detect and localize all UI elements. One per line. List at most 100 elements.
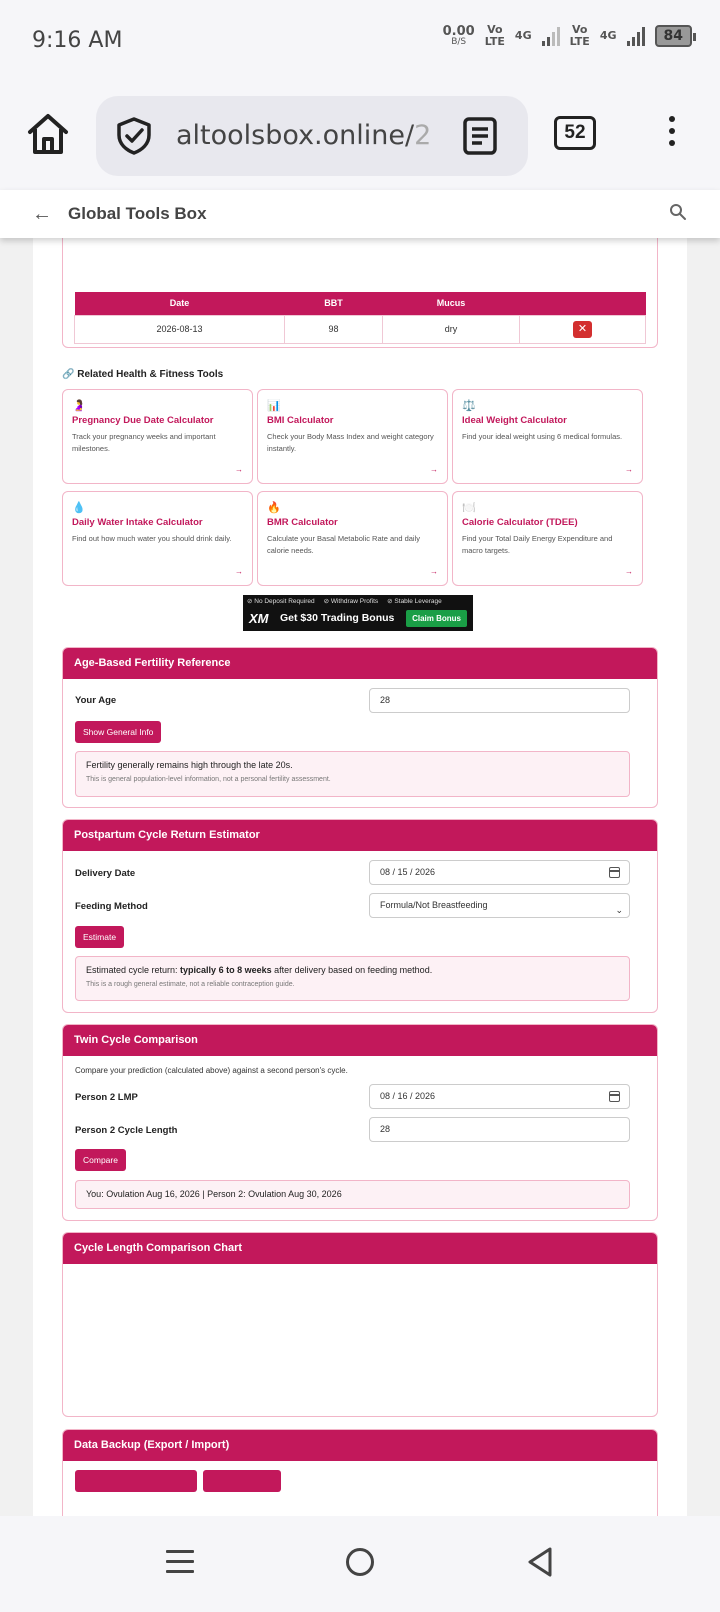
- home-circle-icon[interactable]: [346, 1548, 374, 1576]
- twin-intro: Compare your prediction (calculated abov…: [75, 1066, 348, 1075]
- water-drop-icon: 💧: [72, 502, 86, 514]
- pregnant-icon: 🤰: [72, 400, 86, 412]
- home-icon[interactable]: [24, 110, 72, 158]
- delivery-date-input[interactable]: 08 / 15 / 2026: [369, 860, 630, 885]
- arrow-right-icon: →: [430, 567, 438, 576]
- tool-card-bmi[interactable]: 📊 BMI Calculator Check your Body Mass In…: [257, 389, 448, 484]
- tool-card-water[interactable]: 💧 Daily Water Intake Calculator Find out…: [62, 491, 253, 586]
- person2-cycle-length-input[interactable]: 28: [369, 1117, 630, 1142]
- page-content: Date BBT Mucus 2026-08-13 98 dry ✕ 🔗 Rel…: [33, 238, 687, 1516]
- tool-desc: Find your ideal weight using 6 medical f…: [462, 432, 623, 441]
- reader-mode-icon[interactable]: [462, 116, 498, 156]
- action-cell: ✕: [519, 314, 646, 344]
- related-tools-title: 🔗 Related Health & Fitness Tools: [62, 369, 224, 380]
- network-speed: 0.00 B/S: [442, 23, 475, 47]
- cycle-chart-card: Cycle Length Comparison Chart: [62, 1232, 658, 1417]
- estimate-button[interactable]: Estimate: [75, 926, 125, 948]
- tool-desc: Calculate your Basal Metabolic Rate and …: [267, 534, 420, 555]
- feeding-method-select[interactable]: Formula/Not Breastfeeding ⌄: [369, 893, 630, 918]
- network-gen-1: 4G: [514, 28, 532, 42]
- tool-desc: Check your Body Mass Index and weight ca…: [267, 432, 434, 453]
- clock: 9:16 AM: [32, 28, 123, 53]
- bbt-cell: 98: [284, 314, 383, 344]
- arrow-right-icon: →: [625, 465, 633, 474]
- tool-card-pregnancy[interactable]: 🤰 Pregnancy Due Date Calculator Track yo…: [62, 389, 253, 484]
- age-fertility-card: Age-Based Fertility Reference Your Age 2…: [62, 647, 658, 808]
- chart-canvas: [63, 1264, 657, 1416]
- site-title[interactable]: Global Tools Box: [68, 204, 207, 224]
- calendar-icon[interactable]: [609, 1091, 620, 1102]
- tool-name[interactable]: BMR Calculator: [267, 517, 438, 528]
- delete-button[interactable]: ✕: [573, 320, 592, 338]
- feeding-method-label: Feeding Method: [75, 901, 148, 912]
- twin-cycle-card: Twin Cycle Comparison Compare your predi…: [62, 1024, 658, 1221]
- mucus-cell: dry: [382, 314, 520, 344]
- search-icon[interactable]: [668, 202, 688, 222]
- data-backup-card: Data Backup (Export / Import): [62, 1429, 658, 1516]
- arrow-right-icon: →: [235, 567, 243, 576]
- ad-logo: XM: [249, 611, 269, 626]
- card-title: Cycle Length Comparison Chart: [63, 1233, 657, 1264]
- age-result: Fertility generally remains high through…: [75, 751, 630, 797]
- person2-lmp-input[interactable]: 08 / 16 / 2026: [369, 1084, 630, 1109]
- arrow-right-icon: →: [430, 465, 438, 474]
- network-gen-2: 4G: [599, 28, 617, 42]
- ad-banner[interactable]: ⊘ No Deposit Required ⊘ Withdraw Profits…: [243, 595, 473, 631]
- more-vert-icon[interactable]: [660, 112, 684, 156]
- status-icons: 0.00 B/S Vo LTE 4G Vo LTE 4G 84: [442, 23, 697, 48]
- tool-desc: Find out how much water you should drink…: [72, 534, 232, 543]
- url-text: altoolsbox.online/2: [176, 120, 432, 151]
- postpartum-result: Estimated cycle return: typically 6 to 8…: [75, 956, 630, 1001]
- tool-name[interactable]: BMI Calculator: [267, 415, 438, 426]
- browser-toolbar: altoolsbox.online/2 52: [0, 82, 720, 190]
- back-arrow-icon[interactable]: ←: [32, 203, 52, 226]
- person2-cycle-length-label: Person 2 Cycle Length: [75, 1125, 178, 1136]
- chevron-down-icon: ⌄: [615, 905, 623, 915]
- table-header: [519, 292, 646, 315]
- shield-check-icon[interactable]: [114, 116, 154, 156]
- delivery-date-label: Delivery Date: [75, 868, 136, 879]
- tab-count-button[interactable]: 52: [554, 116, 596, 150]
- ad-badges: ⊘ No Deposit Required ⊘ Withdraw Profits…: [247, 598, 442, 605]
- export-button[interactable]: [75, 1470, 197, 1492]
- twin-result: You: Ovulation Aug 16, 2026 | Person 2: …: [75, 1180, 630, 1209]
- show-general-info-button[interactable]: Show General Info: [75, 721, 162, 743]
- card-title: Twin Cycle Comparison: [63, 1025, 657, 1056]
- calendar-icon[interactable]: [609, 867, 620, 878]
- system-nav-bar: [0, 1516, 720, 1612]
- tool-card-calorie[interactable]: 🍽️ Calorie Calculator (TDEE) Find your T…: [452, 491, 643, 586]
- tool-card-ideal-weight[interactable]: ⚖️ Ideal Weight Calculator Find your ide…: [452, 389, 643, 484]
- plate-icon: 🍽️: [462, 502, 476, 514]
- tool-name[interactable]: Daily Water Intake Calculator: [72, 517, 243, 528]
- claim-bonus-button[interactable]: Claim Bonus: [406, 610, 467, 627]
- signal-icon: [541, 26, 560, 46]
- postpartum-card: Postpartum Cycle Return Estimator Delive…: [62, 819, 658, 1013]
- scales-icon: ⚖️: [462, 400, 476, 412]
- person2-lmp-label: Person 2 LMP: [75, 1092, 138, 1103]
- url-bar[interactable]: altoolsbox.online/2: [96, 96, 528, 176]
- tool-card-bmr[interactable]: 🔥 BMR Calculator Calculate your Basal Me…: [257, 491, 448, 586]
- tool-desc: Find your Total Daily Energy Expenditure…: [462, 534, 613, 555]
- date-cell: 2026-08-13: [74, 314, 285, 344]
- table-header: Mucus: [382, 292, 520, 315]
- table-header: Date: [74, 292, 285, 315]
- back-triangle-icon[interactable]: [526, 1546, 554, 1578]
- bar-chart-icon: 📊: [267, 400, 281, 412]
- card-title: Age-Based Fertility Reference: [63, 648, 657, 679]
- tool-name[interactable]: Ideal Weight Calculator: [462, 415, 633, 426]
- recent-apps-icon[interactable]: [166, 1550, 194, 1574]
- table-row: 2026-08-13 98 dry ✕: [74, 314, 646, 344]
- status-bar: 9:16 AM 0.00 B/S Vo LTE 4G Vo LTE 4G 84: [0, 0, 720, 82]
- age-input[interactable]: 28: [369, 688, 630, 713]
- tool-name[interactable]: Calorie Calculator (TDEE): [462, 517, 633, 528]
- volte-indicator-1: Vo LTE: [484, 23, 505, 48]
- fire-icon: 🔥: [267, 502, 281, 514]
- tool-name[interactable]: Pregnancy Due Date Calculator: [72, 415, 243, 426]
- arrow-right-icon: →: [625, 567, 633, 576]
- compare-button[interactable]: Compare: [75, 1149, 126, 1171]
- import-button[interactable]: [203, 1470, 281, 1492]
- age-label: Your Age: [75, 695, 117, 706]
- site-header: ← Global Tools Box: [0, 190, 720, 238]
- card-title: Postpartum Cycle Return Estimator: [63, 820, 657, 851]
- battery-icon: 84: [654, 24, 697, 47]
